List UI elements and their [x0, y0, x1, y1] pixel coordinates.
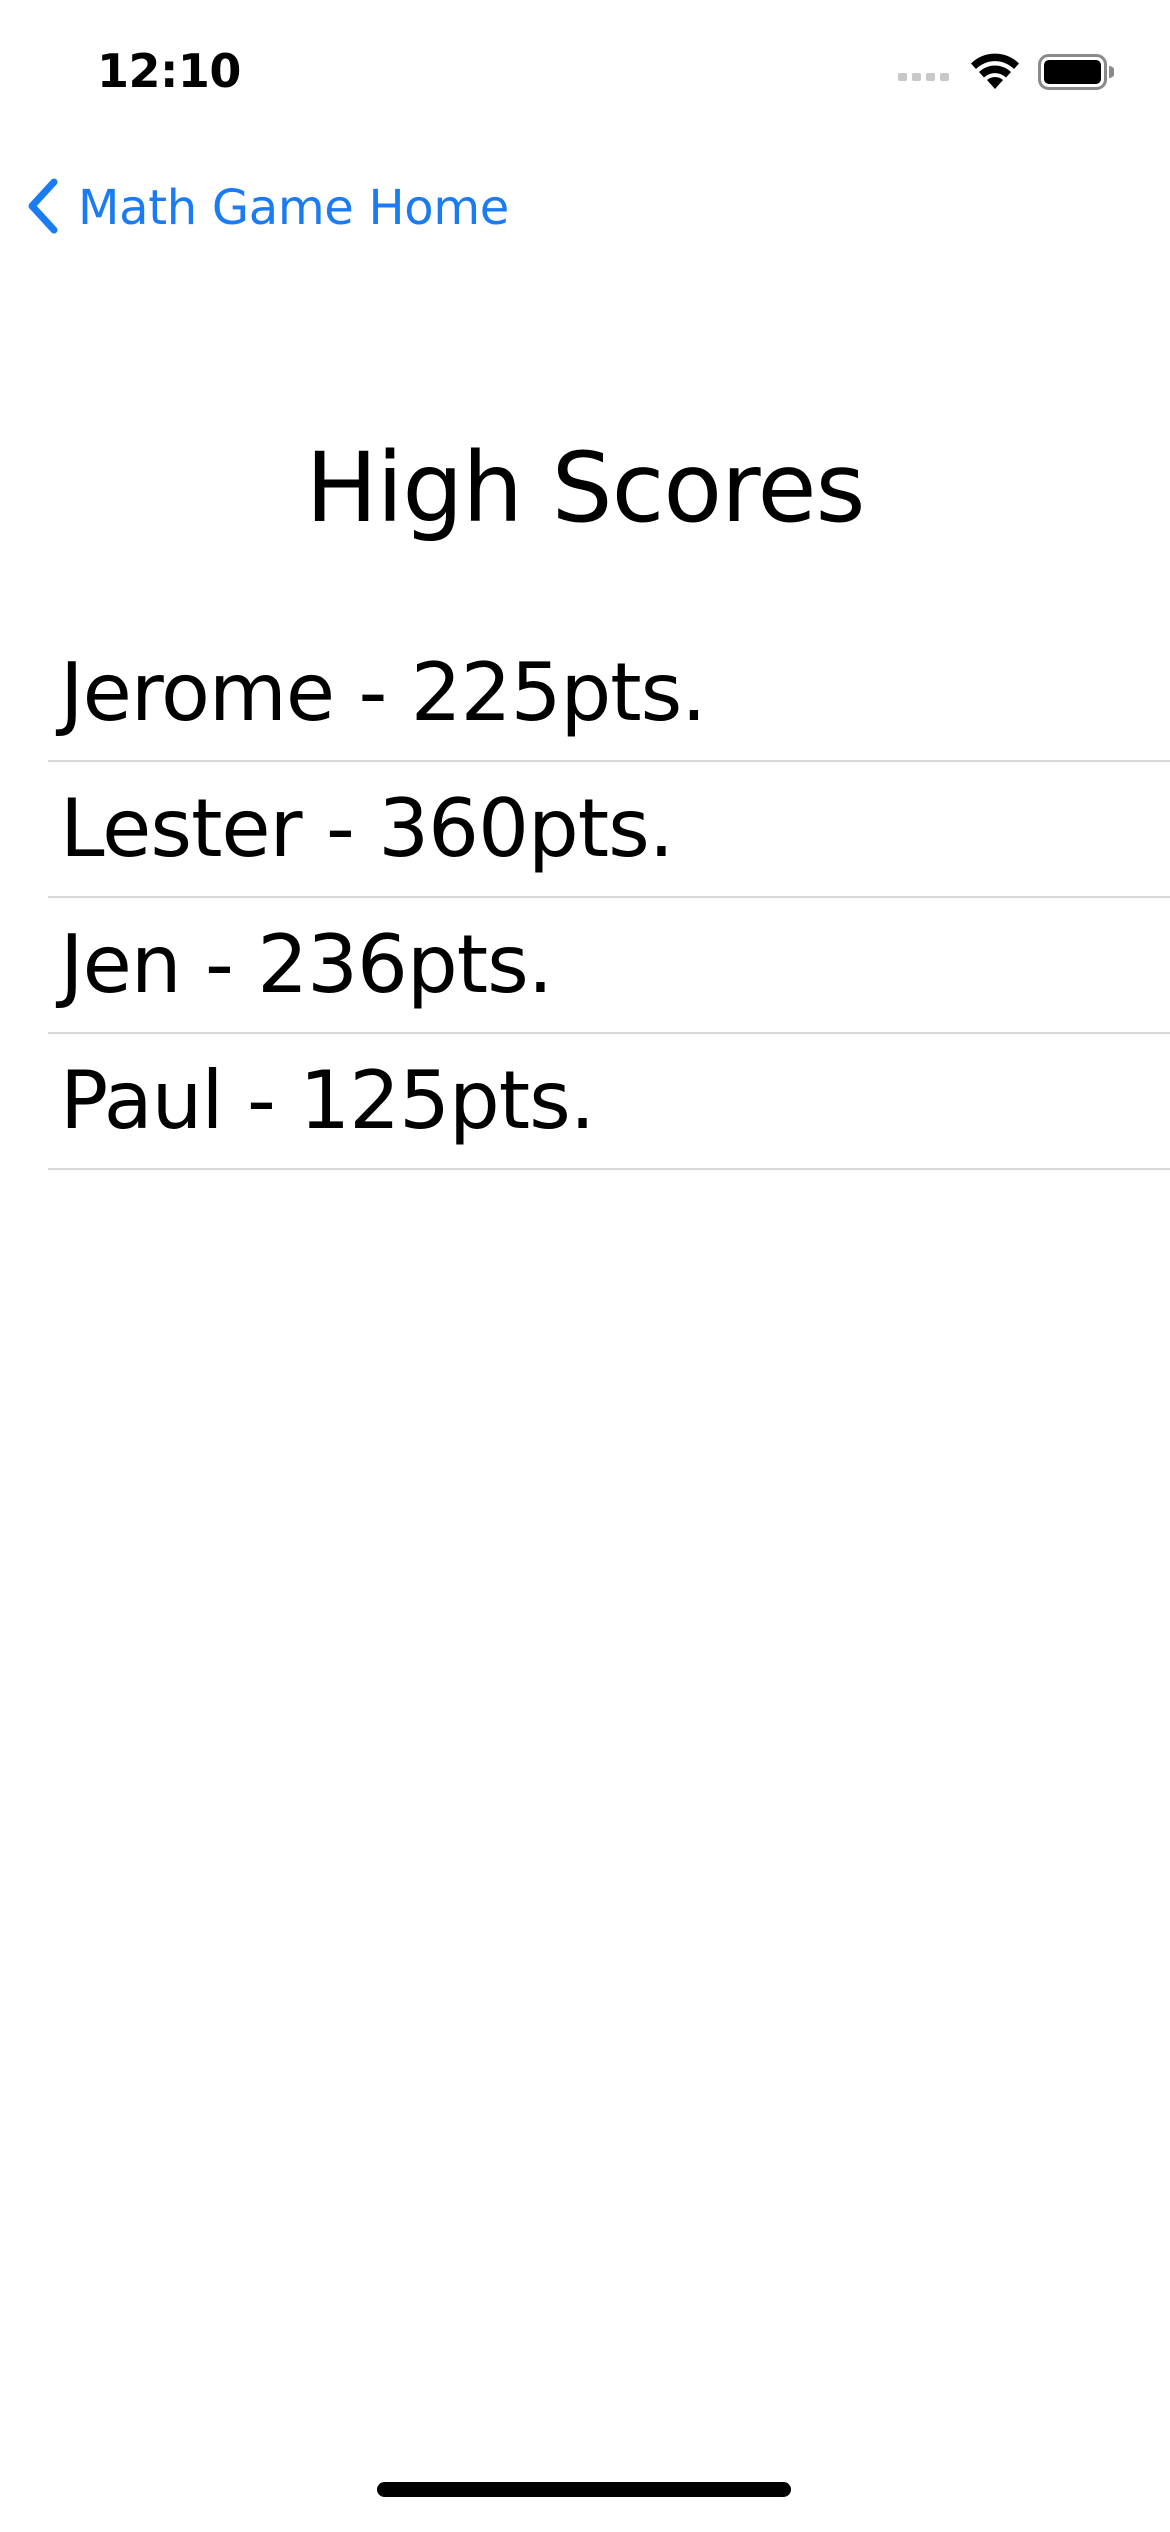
battery-icon: [1038, 53, 1114, 91]
status-time: 12:10: [97, 44, 241, 98]
status-bar: 12:10: [0, 0, 1170, 150]
high-score-list: Jerome - 225pts. Lester - 360pts. Jen - …: [48, 626, 1170, 1170]
score-entry-text: Paul - 125pts.: [60, 1054, 595, 1147]
score-entry-text: Jerome - 225pts.: [60, 646, 707, 739]
navigation-bar: Math Game Home: [0, 150, 1170, 265]
score-row[interactable]: Jerome - 225pts.: [48, 626, 1170, 762]
score-row[interactable]: Lester - 360pts.: [48, 762, 1170, 898]
score-row[interactable]: Jen - 236pts.: [48, 898, 1170, 1034]
chevron-left-icon: [24, 178, 60, 239]
cellular-signal-icon: [898, 62, 952, 82]
score-entry-text: Lester - 360pts.: [60, 782, 674, 875]
status-icons: [898, 50, 1114, 94]
back-button-label: Math Game Home: [78, 180, 510, 236]
page-title: High Scores: [305, 432, 865, 544]
score-entry-text: Jen - 236pts.: [60, 918, 553, 1011]
back-button[interactable]: Math Game Home: [24, 178, 509, 238]
home-indicator[interactable]: [377, 2482, 791, 2497]
wifi-icon: [970, 53, 1020, 91]
score-row[interactable]: Paul - 125pts.: [48, 1034, 1170, 1170]
